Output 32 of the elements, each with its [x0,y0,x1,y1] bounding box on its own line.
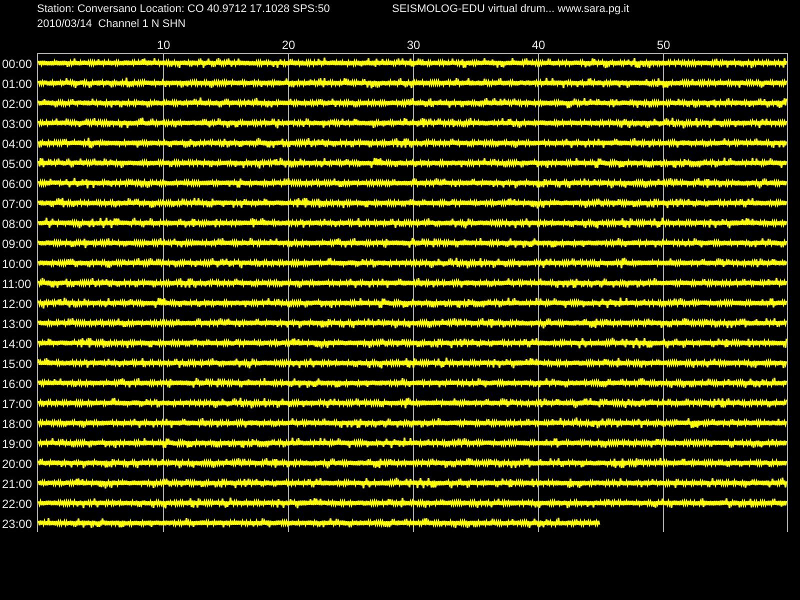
hour-label: 04:00 [2,137,32,151]
hour-label: 23:00 [2,517,32,531]
hour-label: 16:00 [2,377,32,391]
hour-label: 19:00 [2,437,32,451]
hour-label: 18:00 [2,417,32,431]
hour-label: 14:00 [2,337,32,351]
hour-label: 15:00 [2,357,32,371]
hour-label: 08:00 [2,217,32,231]
minute-tick-label: 10 [156,38,170,52]
minute-tick-label: 20 [282,38,296,52]
hour-label: 06:00 [2,177,32,191]
hour-label: 07:00 [2,197,32,211]
hour-label: 11:00 [2,277,32,291]
hour-label: 10:00 [2,257,32,271]
hour-label: 12:00 [2,297,32,311]
hour-label: 01:00 [2,77,32,91]
minute-tick-label: 40 [532,38,546,52]
hour-label: 02:00 [2,97,32,111]
hour-label: 21:00 [2,477,32,491]
app-title: SEISMOLOG-EDU virtual drum... www.sara.pg.it [392,2,630,17]
date-channel: 2010/03/14 Channel 1 N SHN [37,18,186,30]
station-info: Station: Conversano Location: CO 40.9712 17.1028 SPS:50 [37,3,330,15]
hour-label: 00:00 [2,57,32,71]
hour-label: 09:00 [2,237,32,251]
hour-label: 20:00 [2,457,32,471]
hour-label: 03:00 [2,117,32,131]
minute-tick-label: 30 [406,38,420,52]
hour-label: 22:00 [2,497,32,511]
minute-tick-label: 50 [656,38,670,52]
hour-label: 13:00 [2,317,32,331]
hour-label: 05:00 [2,157,32,171]
hour-label: 17:00 [2,397,32,411]
